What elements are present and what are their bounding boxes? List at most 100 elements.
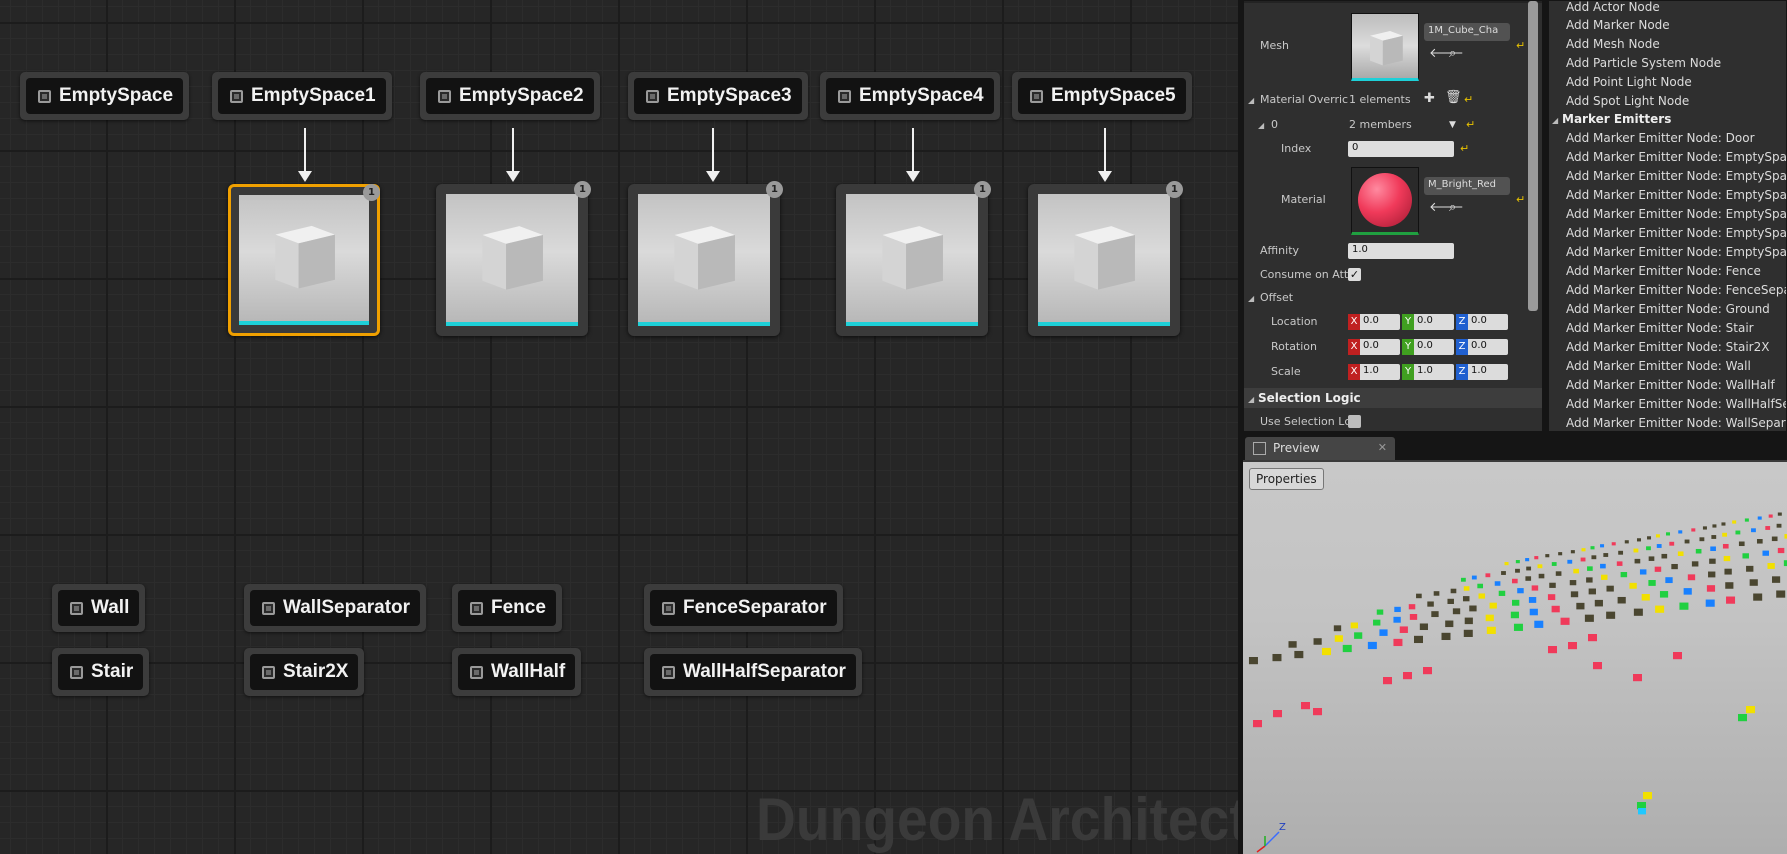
output-pin-icon[interactable] xyxy=(1030,89,1043,103)
location-z-field[interactable]: 0.0 xyxy=(1468,314,1508,330)
action-item[interactable]: Add Marker Emitter Node: Door xyxy=(1566,131,1755,145)
consume-on-attach-checkbox[interactable]: ✓ xyxy=(1348,268,1361,281)
marker-node-emptyspace[interactable]: EmptySpace xyxy=(20,72,190,120)
action-item[interactable]: Add Marker Emitter Node: EmptySpace xyxy=(1566,207,1786,221)
scale-vector[interactable]: X 1.0 Y 1.0 Z 1.0 xyxy=(1348,364,1510,380)
output-pin-icon[interactable] xyxy=(646,89,659,103)
output-pin-icon[interactable] xyxy=(70,601,83,615)
expand-triangle-icon[interactable]: ◢ xyxy=(1552,116,1558,125)
output-pin-icon[interactable] xyxy=(262,665,275,679)
output-pin-icon[interactable] xyxy=(838,89,851,103)
action-item[interactable]: Add Marker Emitter Node: Wall xyxy=(1566,359,1751,373)
action-item[interactable]: Add Marker Emitter Node: WallHalf xyxy=(1566,378,1775,392)
action-item[interactable]: Add Marker Emitter Node: FenceSeparat xyxy=(1566,283,1786,297)
action-item[interactable]: Add Marker Emitter Node: EmptySpace xyxy=(1566,245,1786,259)
mesh-node[interactable]: 1 xyxy=(836,181,991,336)
browse-magnifier-icon[interactable]: ⌕ xyxy=(1449,47,1456,61)
selection-logic-section[interactable]: Selection Logic xyxy=(1244,388,1542,408)
location-y-field[interactable]: 0.0 xyxy=(1414,314,1454,330)
index-field[interactable]: 0 xyxy=(1348,141,1454,157)
action-item[interactable]: Add Marker Emitter Node: Stair xyxy=(1566,321,1754,335)
marker-node-stair2x[interactable]: Stair2X xyxy=(244,648,365,696)
action-item[interactable]: Add Marker Emitter Node: Fence xyxy=(1566,264,1761,278)
action-item[interactable]: Add Marker Emitter Node: EmptySpace xyxy=(1566,150,1786,164)
rotation-x-field[interactable]: 0.0 xyxy=(1360,339,1400,355)
marker-node-fence[interactable]: Fence xyxy=(452,584,562,632)
marker-node-wall[interactable]: Wall xyxy=(52,584,146,632)
reset-to-default-icon[interactable]: ↵ xyxy=(1516,193,1525,206)
element-options-chevron-icon[interactable]: ▼ xyxy=(1449,118,1456,132)
location-x-field[interactable]: 0.0 xyxy=(1360,314,1400,330)
output-pin-icon[interactable] xyxy=(438,89,451,103)
mesh-node-selected[interactable]: 1 xyxy=(228,184,380,336)
marker-node-fenceseparator[interactable]: FenceSeparator xyxy=(644,584,843,632)
action-item[interactable]: Add Marker Emitter Node: EmptySpace xyxy=(1566,226,1786,240)
tab-preview[interactable]: Preview ✕ xyxy=(1245,437,1395,460)
theme-graph-canvas[interactable]: EmptySpace EmptySpace1 EmptySpace2 Empty… xyxy=(0,0,1238,854)
browse-magnifier-icon[interactable]: ⌕ xyxy=(1449,201,1456,215)
action-item[interactable]: Add Actor Node xyxy=(1566,1,1660,14)
preview-viewport[interactable]: Properties Z xyxy=(1243,460,1787,854)
output-pin-icon[interactable] xyxy=(662,601,675,615)
clear-trash-icon[interactable]: 🗑 xyxy=(1445,91,1462,105)
details-scrollbar[interactable] xyxy=(1528,1,1538,311)
scale-y-field[interactable]: 1.0 xyxy=(1414,364,1454,380)
location-vector[interactable]: X 0.0 Y 0.0 Z 0.0 xyxy=(1348,314,1510,330)
action-item[interactable]: Add Spot Light Node xyxy=(1566,94,1689,108)
rotation-z-field[interactable]: 0.0 xyxy=(1468,339,1508,355)
action-item[interactable]: Add Marker Emitter Node: WallSeparat xyxy=(1566,416,1786,430)
mesh-node[interactable]: 1 xyxy=(628,181,783,336)
action-item[interactable]: Add Marker Emitter Node: EmptySpace xyxy=(1566,188,1786,202)
reset-to-default-icon[interactable]: ↵ xyxy=(1466,118,1475,131)
expand-triangle-icon[interactable]: ◢ xyxy=(1248,96,1254,105)
output-pin-icon[interactable] xyxy=(662,665,675,679)
action-item[interactable]: Add Particle System Node xyxy=(1566,56,1721,70)
rotation-vector[interactable]: X 0.0 Y 0.0 Z 0.0 xyxy=(1348,339,1510,355)
action-item[interactable]: Add Mesh Node xyxy=(1566,37,1660,51)
output-pin-icon[interactable] xyxy=(230,89,243,103)
reset-to-default-icon[interactable]: ↵ xyxy=(1464,93,1473,106)
scale-x-field[interactable]: 1.0 xyxy=(1360,364,1400,380)
material-asset-combo[interactable]: M_Bright_Red xyxy=(1424,177,1510,195)
marker-node-emptyspace4[interactable]: EmptySpace4 xyxy=(820,72,1000,120)
expand-triangle-icon[interactable]: ◢ xyxy=(1258,121,1264,130)
marker-node-emptyspace2[interactable]: EmptySpace2 xyxy=(420,72,600,120)
mesh-asset-thumbnail[interactable] xyxy=(1351,13,1419,81)
marker-node-emptyspace3[interactable]: EmptySpace3 xyxy=(628,72,808,120)
output-pin-icon[interactable] xyxy=(38,89,51,103)
reset-to-default-icon[interactable]: ↵ xyxy=(1460,142,1469,155)
output-pin-icon[interactable] xyxy=(262,601,275,615)
marker-emitters-category[interactable]: Marker Emitters xyxy=(1562,112,1671,126)
marker-node-emptyspace5[interactable]: EmptySpace5 xyxy=(1012,72,1192,120)
use-selected-arrow-icon[interactable]: 🡐 xyxy=(1429,47,1464,61)
action-item[interactable]: Add Marker Emitter Node: Ground xyxy=(1566,302,1770,316)
close-tab-icon[interactable]: ✕ xyxy=(1378,441,1387,454)
action-item[interactable]: Add Marker Emitter Node: Stair2X xyxy=(1566,340,1769,354)
marker-node-wallseparator[interactable]: WallSeparator xyxy=(244,584,427,632)
expand-triangle-icon[interactable]: ◢ xyxy=(1248,294,1254,303)
properties-button[interactable]: Properties xyxy=(1249,468,1324,490)
marker-node-wallhalf[interactable]: WallHalf xyxy=(452,648,582,696)
output-pin-icon[interactable] xyxy=(470,665,483,679)
reset-to-default-icon[interactable]: ↵ xyxy=(1516,39,1525,52)
scale-z-field[interactable]: 1.0 xyxy=(1468,364,1508,380)
use-selection-logic-checkbox[interactable] xyxy=(1348,415,1361,428)
use-selected-arrow-icon[interactable]: 🡐 xyxy=(1429,201,1464,215)
marker-node-emptyspace1[interactable]: EmptySpace1 xyxy=(212,72,392,120)
output-pin-icon[interactable] xyxy=(70,665,83,679)
mesh-asset-combo[interactable]: 1M_Cube_Cha xyxy=(1424,23,1510,41)
action-item[interactable]: Add Marker Emitter Node: WallHalfSepa xyxy=(1566,397,1786,411)
marker-node-stair[interactable]: Stair xyxy=(52,648,150,696)
material-asset-thumbnail[interactable] xyxy=(1351,167,1419,235)
add-element-plus-icon[interactable]: ✚ xyxy=(1424,92,1435,106)
marker-node-wallhalfseparator[interactable]: WallHalfSeparator xyxy=(644,648,862,696)
details-section-header[interactable] xyxy=(1244,1,1542,3)
expand-triangle-icon[interactable]: ◢ xyxy=(1248,395,1254,404)
action-item[interactable]: Add Point Light Node xyxy=(1566,75,1692,89)
output-pin-icon[interactable] xyxy=(470,601,483,615)
mesh-node[interactable]: 1 xyxy=(1028,181,1183,336)
action-item[interactable]: Add Marker Node xyxy=(1566,18,1670,32)
affinity-field[interactable]: 1.0 xyxy=(1348,243,1454,259)
action-item[interactable]: Add Marker Emitter Node: EmptySpace xyxy=(1566,169,1786,183)
mesh-node[interactable]: 1 xyxy=(436,181,591,336)
